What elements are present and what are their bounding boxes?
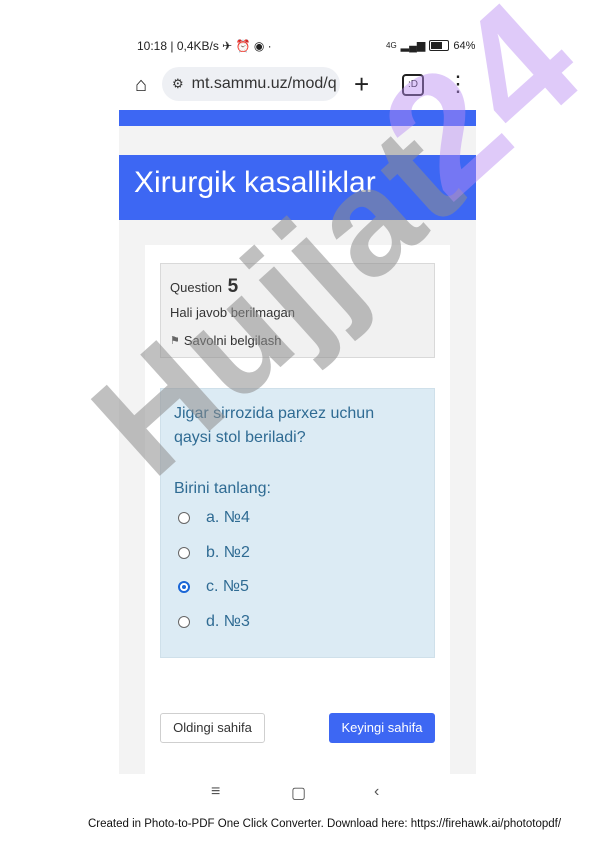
- answer-option-a[interactable]: a. №4: [178, 509, 250, 527]
- next-page-button[interactable]: Keyingi sahifa: [329, 713, 435, 743]
- answer-option-label: c. №5: [206, 578, 249, 595]
- address-bar[interactable]: ⚙ mt.sammu.uz/mod/q: [162, 67, 340, 101]
- home-icon[interactable]: ⌂: [130, 74, 152, 96]
- back-icon[interactable]: ‹: [374, 783, 379, 801]
- site-settings-icon[interactable]: ⚙: [172, 76, 184, 92]
- answer-option-b[interactable]: b. №2: [178, 544, 250, 562]
- pdf-footer-note: Created in Photo-to-PDF One Click Conver…: [88, 818, 562, 830]
- url-text: mt.sammu.uz/mod/q: [191, 75, 337, 92]
- radio-button-selected[interactable]: [178, 581, 190, 593]
- status-bar-left: 10:18 | 0,4KB/s ✈ ⏰ ◉ ·: [137, 39, 272, 53]
- radio-button[interactable]: [178, 512, 190, 524]
- answer-option-c[interactable]: c. №5: [178, 578, 249, 596]
- answer-option-d[interactable]: d. №3: [178, 613, 250, 631]
- answer-option-label: b. №2: [206, 544, 250, 561]
- recent-apps-icon[interactable]: ≡: [211, 783, 220, 801]
- home-square-icon[interactable]: ▢: [291, 783, 306, 803]
- answer-option-label: a. №4: [206, 509, 250, 526]
- previous-page-button[interactable]: Oldingi sahifa: [160, 713, 265, 743]
- answer-option-label: d. №3: [206, 613, 250, 630]
- radio-button[interactable]: [178, 616, 190, 628]
- system-nav-bar: ≡ ▢ ‹: [119, 780, 476, 810]
- radio-button[interactable]: [178, 547, 190, 559]
